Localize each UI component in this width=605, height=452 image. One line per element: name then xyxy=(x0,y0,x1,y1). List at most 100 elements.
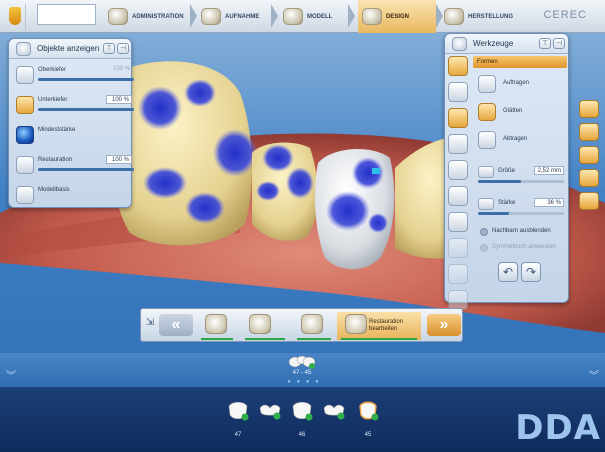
pin-button[interactable]: ⊤ xyxy=(539,38,551,49)
tooth-number: 47 xyxy=(234,432,242,438)
form-tool-icon[interactable] xyxy=(448,108,468,128)
tooth-outline-icon xyxy=(249,314,271,334)
model-base-icon[interactable] xyxy=(16,186,34,204)
upper-jaw-icon[interactable] xyxy=(16,66,34,84)
object-row-restauration[interactable]: Restauration 100 % xyxy=(13,153,134,179)
phase-2[interactable] xyxy=(241,312,287,340)
tooth-bridge-thumbnail[interactable] xyxy=(258,400,282,422)
checkbox-indicator[interactable] xyxy=(480,228,488,236)
tooth-edit-icon xyxy=(345,314,367,334)
checkbox-nachbarn[interactable]: Nachbarn ausblenden xyxy=(478,226,564,238)
screenshot-icon[interactable] xyxy=(579,123,599,141)
tools-panel-title: Werkzeuge xyxy=(473,39,514,48)
checkbox-indicator[interactable] xyxy=(480,244,488,252)
pager-dots[interactable]: ● ● ● ● xyxy=(284,379,324,385)
export-tool-icon[interactable] xyxy=(448,290,468,310)
param-groesse: Größe 2,52 mm xyxy=(476,166,564,186)
collapse-button[interactable]: ⊣ xyxy=(117,43,129,54)
pin-phase-icon[interactable]: ⇲ xyxy=(143,317,157,333)
undo-button[interactable]: ↶ xyxy=(498,262,518,282)
brand-watermark: DDA xyxy=(515,408,601,448)
step-label: DESIGN xyxy=(386,13,410,20)
cut-tool-icon[interactable] xyxy=(448,212,468,232)
phase-restauration-bearbeiten[interactable]: Restauration bearbeiten xyxy=(337,312,421,340)
tooth-46-thumbnail[interactable] xyxy=(290,400,314,422)
position-tool-icon[interactable] xyxy=(448,134,468,154)
patient-field[interactable] xyxy=(37,4,96,25)
tool-abtragen[interactable]: Abtragen xyxy=(476,130,564,150)
workflow-bar: ADMINISTRATION AUFNAHME MODELL DESIGN HE… xyxy=(0,0,605,33)
collapse-button[interactable]: ⊣ xyxy=(553,38,565,49)
tooth-number: 46 xyxy=(298,432,306,438)
tool-label: Glätten xyxy=(503,108,523,114)
step-herstellung[interactable]: HERSTELLUNG xyxy=(444,0,539,33)
arch-thumbnail[interactable] xyxy=(288,350,316,370)
tooth-bridge-thumbnail[interactable] xyxy=(322,400,346,422)
tool-auftragen[interactable]: Auftragen xyxy=(476,74,564,94)
object-row-mindeststaerke[interactable]: Mindeststärke xyxy=(13,123,129,149)
step-design[interactable]: DESIGN xyxy=(358,0,436,33)
tools-gear-icon xyxy=(452,37,467,51)
objects-panel-header: Objekte anzeigen ⊤ ⊣ xyxy=(9,39,131,59)
step-modell[interactable]: MODELL xyxy=(283,0,348,33)
size-icon xyxy=(478,166,494,178)
object-value: 100 % xyxy=(112,66,130,72)
checkbox-symmetrisch[interactable]: Symmetrisch anwenden xyxy=(478,242,564,254)
object-value[interactable]: 100 % xyxy=(106,155,132,164)
next-phase-button[interactable]: » xyxy=(427,314,461,336)
save-icon[interactable] xyxy=(579,169,599,187)
analysis-tool-icon[interactable] xyxy=(448,238,468,258)
restoration-icon[interactable] xyxy=(16,156,34,174)
scale-tool-icon[interactable] xyxy=(448,160,468,180)
contact-tool-icon[interactable] xyxy=(448,82,468,102)
phase-done-line xyxy=(201,338,233,340)
strength-slider[interactable] xyxy=(478,212,564,215)
redo-button[interactable]: ↷ xyxy=(521,262,541,282)
opacity-slider[interactable] xyxy=(38,108,134,111)
strength-value-input[interactable]: 36 % xyxy=(534,198,564,207)
rotate-tool-icon[interactable] xyxy=(448,186,468,206)
step-aufnahme[interactable]: AUFNAHME xyxy=(201,0,271,33)
tool-glaetten[interactable]: Glätten xyxy=(476,102,564,122)
step-label: MODELL xyxy=(307,13,333,20)
shape-tool-icon[interactable] xyxy=(448,56,468,76)
tools-panel-header: Werkzeuge ⊤ ⊣ xyxy=(445,34,568,54)
prev-phase-button[interactable]: « xyxy=(159,314,193,336)
tooth-47-thumbnail[interactable] xyxy=(226,400,250,422)
pin-button[interactable]: ⊤ xyxy=(103,43,115,54)
object-row-oberkiefer[interactable]: Oberkiefer 100 % xyxy=(13,63,134,89)
object-row-unterkiefer[interactable]: Unterkiefer 100 % xyxy=(13,93,134,119)
size-value-input[interactable]: 2,52 mm xyxy=(534,166,564,175)
add-material-icon xyxy=(478,75,496,93)
eye-icon xyxy=(16,42,31,56)
phase-done-line xyxy=(341,338,417,340)
tool-label: Abtragen xyxy=(503,136,528,142)
design-icon xyxy=(362,8,382,25)
objects-panel-title: Objekte anzeigen xyxy=(37,44,100,53)
size-slider[interactable] xyxy=(478,180,564,183)
phase-done-line xyxy=(297,338,331,340)
object-label: Modellbasis xyxy=(38,187,70,193)
collapse-left-icon[interactable]: ︾ xyxy=(6,367,16,382)
acquisition-icon xyxy=(201,8,221,25)
formen-section-header[interactable]: Formen xyxy=(473,56,567,68)
copy-tool-icon[interactable] xyxy=(448,264,468,284)
settings-icon[interactable] xyxy=(579,192,599,210)
object-value[interactable]: 100 % xyxy=(106,95,132,104)
lower-jaw-icon[interactable] xyxy=(16,96,34,114)
step-administration[interactable]: ADMINISTRATION xyxy=(108,0,192,33)
tooth-phase-icon xyxy=(205,314,227,334)
tooth-45-thumbnail[interactable] xyxy=(356,400,380,422)
collapse-right-icon[interactable]: ︾ xyxy=(589,367,599,382)
opacity-slider[interactable] xyxy=(38,168,134,171)
step-label: HERSTELLUNG xyxy=(468,13,513,20)
view-toggle-icon[interactable] xyxy=(579,100,599,118)
phase-3[interactable] xyxy=(293,312,333,340)
thickness-icon[interactable] xyxy=(16,126,34,144)
object-row-modellbasis[interactable]: Modellbasis xyxy=(13,183,129,209)
param-staerke: Stärke 36 % xyxy=(476,198,564,218)
menu-logo-icon[interactable] xyxy=(4,4,26,30)
opacity-slider[interactable] xyxy=(38,78,134,81)
phase-1[interactable] xyxy=(197,312,235,340)
notes-icon[interactable] xyxy=(579,146,599,164)
